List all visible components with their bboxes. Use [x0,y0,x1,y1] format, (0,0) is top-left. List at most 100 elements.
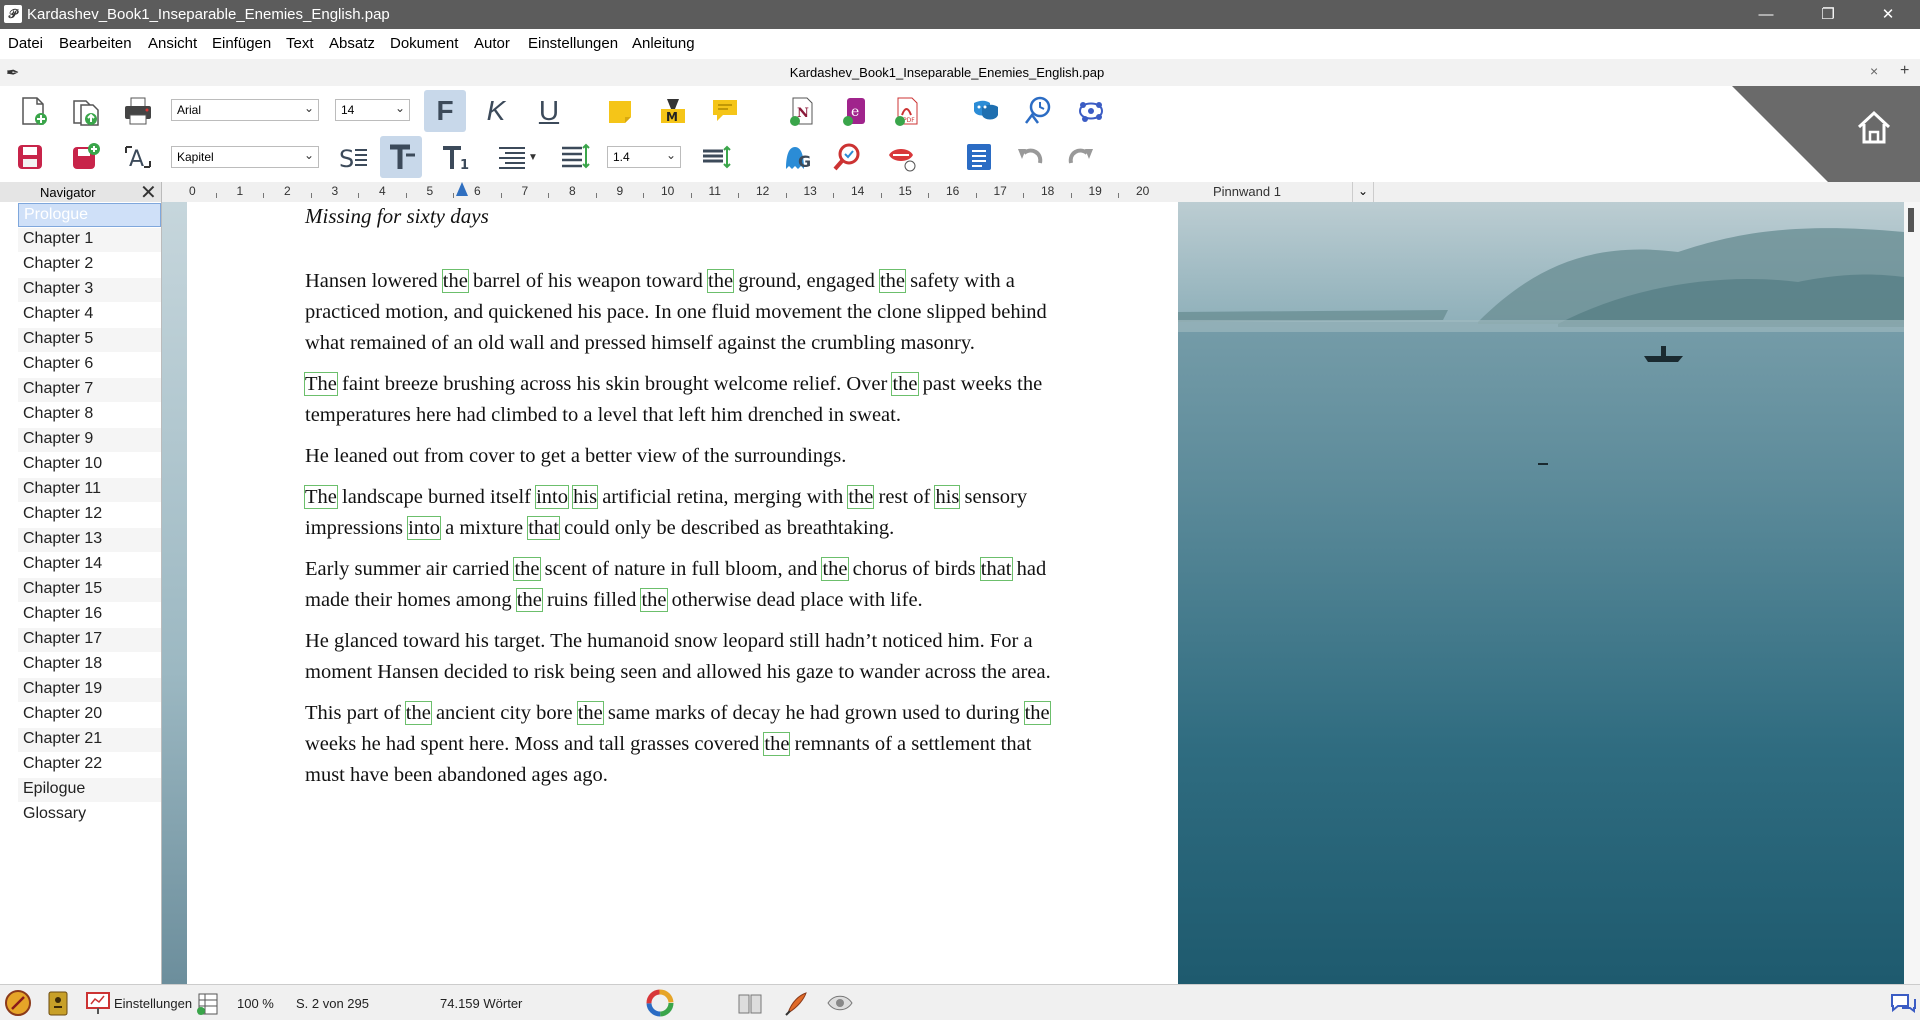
comment-button[interactable] [706,92,744,130]
chat-bubbles-icon[interactable] [1888,989,1916,1017]
navigator-item[interactable]: Chapter 9 [18,428,161,452]
heading-level-button[interactable]: 1 [436,138,474,176]
zoom-level[interactable]: 100 % [237,996,274,1011]
print-button[interactable] [119,92,157,130]
navigator-item[interactable]: Chapter 11 [18,478,161,502]
menu-absatz[interactable]: Absatz [329,35,375,52]
presentation-icon[interactable] [84,989,112,1017]
navigator-item[interactable]: Chapter 3 [18,278,161,302]
paragraph-spacing-button[interactable] [697,138,735,176]
font-family-select[interactable]: Arial ⌄ [171,99,319,121]
navigator-item[interactable]: Chapter 8 [18,403,161,427]
document-body[interactable]: Hansen lowered the barrel of his weapon … [304,266,1065,801]
minimize-button[interactable]: — [1743,0,1789,29]
menu-einstellungen[interactable]: Einstellungen [528,35,618,52]
navigator-item[interactable]: Chapter 14 [18,553,161,577]
book-view-icon[interactable] [736,989,764,1017]
add-document-button[interactable]: + [1900,62,1909,80]
line-spacing-select[interactable]: 1.4 ⌄ [607,146,681,168]
navigator-item[interactable]: Chapter 22 [18,753,161,777]
open-document-button[interactable] [66,92,104,130]
menu-dokument[interactable]: Dokument [390,35,458,52]
italic-button[interactable]: K [477,92,515,130]
bold-button[interactable]: F [424,90,466,132]
pinnwand-dropdown[interactable]: ⌄ [1352,182,1374,202]
papyrus-logo-icon[interactable] [4,989,32,1017]
timeline-button[interactable] [1019,92,1057,130]
navigator-item[interactable]: Chapter 10 [18,453,161,477]
spellcheck-button[interactable]: G [777,138,815,176]
marker-button[interactable]: M [654,92,692,130]
navigator-item[interactable]: Prologue [18,203,161,227]
navigator-item[interactable]: Chapter 17 [18,628,161,652]
navigator-item[interactable]: Chapter 4 [18,303,161,327]
papyrus-app-icon[interactable]: 𝒫 [4,5,22,23]
word-count[interactable]: 74.159 Wörter [440,996,522,1011]
page-indicator[interactable]: S. 2 von 295 [296,996,369,1011]
navigator-item[interactable]: Chapter 18 [18,653,161,677]
underline-button[interactable]: U [530,92,568,130]
scrollbar-thumb[interactable] [1908,208,1914,232]
eye-icon[interactable] [826,989,854,1017]
menu-bearbeiten[interactable]: Bearbeiten [59,35,132,52]
left-indent-marker[interactable] [456,182,468,196]
menu-ansicht[interactable]: Ansicht [148,35,197,52]
navigator-item[interactable]: Chapter 12 [18,503,161,527]
home-button[interactable] [1854,108,1894,148]
font-size-select[interactable]: 14 ⌄ [335,99,410,121]
navigator-item[interactable]: Chapter 7 [18,378,161,402]
line-spacing-button[interactable] [556,138,594,176]
svg-text:S: S [339,145,354,173]
paragraph-style-select[interactable]: Kapitel ⌄ [171,146,319,168]
navigator-item[interactable]: Glossary [18,803,161,827]
organizer-icon[interactable] [44,989,72,1017]
sticky-note-button[interactable] [601,92,639,130]
navigator-item[interactable]: Chapter 21 [18,728,161,752]
heading-style-button[interactable] [380,136,422,178]
new-document-button[interactable] [14,92,52,130]
save-as-button[interactable] [66,138,104,176]
alignment-dropdown[interactable]: ▼ [493,138,541,176]
navigator-item[interactable]: Chapter 19 [18,678,161,702]
navigator-item[interactable]: Chapter 20 [18,703,161,727]
redo-button[interactable] [1062,138,1100,176]
mindmap-button[interactable] [1072,92,1110,130]
pinnwand-image[interactable] [1178,202,1904,984]
chapter-subheading: Missing for sixty days [305,204,489,228]
close-document-button[interactable]: × [1870,63,1878,79]
navigator-item[interactable]: Chapter 1 [18,228,161,252]
read-aloud-button[interactable] [882,138,920,176]
navigator-item[interactable]: Chapter 13 [18,528,161,552]
menu-einfuegen[interactable]: Einfügen [212,35,271,52]
navigator-item[interactable]: Epilogue [18,778,161,802]
text-editor[interactable]: Missing for sixty days Hansen lowered th… [187,202,1178,984]
menu-anleitung[interactable]: Anleitung [632,35,695,52]
navigator-item[interactable]: Chapter 6 [18,353,161,377]
menu-autor[interactable]: Autor [474,35,510,52]
save-button[interactable] [11,138,49,176]
settings-status-label[interactable]: Einstellungen [114,996,192,1011]
character-format-button[interactable]: A [119,138,157,176]
paragraph-format-button[interactable]: S [334,138,372,176]
document-properties-button[interactable] [960,138,998,176]
color-wheel-icon[interactable] [646,989,674,1017]
document-tab-title[interactable]: Kardashev_Book1_Inseparable_Enemies_Engl… [0,65,1894,80]
vertical-scrollbar[interactable] [1904,202,1920,984]
navigator-item[interactable]: Chapter 16 [18,603,161,627]
navigator-item[interactable]: Chapter 5 [18,328,161,352]
undo-button[interactable] [1011,138,1049,176]
export-notes-button[interactable]: N [783,92,821,130]
restore-button[interactable]: ❐ [1805,0,1851,29]
navigator-item[interactable]: Chapter 2 [18,253,161,277]
style-analysis-button[interactable] [967,92,1005,130]
horizontal-ruler[interactable]: 0 1 2 3 4 5 6 7 8 9 10 11 12 13 14 15 16 17 18 19 20 [162,182,1227,202]
export-pdf-button[interactable]: PDF [888,92,926,130]
menu-datei[interactable]: Datei [8,35,43,52]
quill-icon[interactable] [782,989,810,1017]
style-check-button[interactable] [829,138,867,176]
menu-text[interactable]: Text [286,35,314,52]
close-window-button[interactable]: ✕ [1865,0,1911,29]
export-ebook-button[interactable]: e [836,92,874,130]
navigator-item[interactable]: Chapter 15 [18,578,161,602]
spreadsheet-icon[interactable] [193,989,221,1017]
